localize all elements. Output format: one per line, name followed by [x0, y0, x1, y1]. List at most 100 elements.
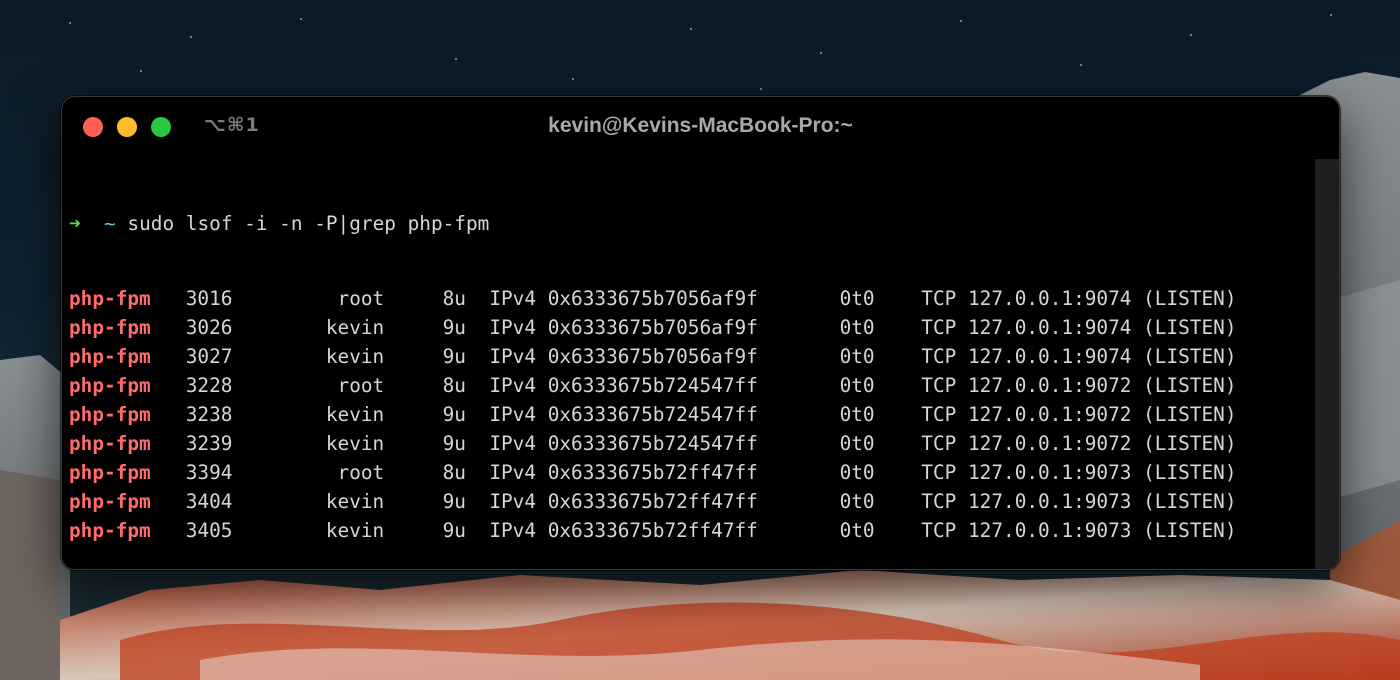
result-row: php-fpm 3394 root 8u IPv4 0x6333675b72ff…	[69, 458, 1299, 487]
fd-cell: 9u	[384, 316, 466, 339]
user-cell: root	[279, 461, 385, 484]
pid-cell: 3404	[185, 490, 280, 513]
node-cell: TCP	[921, 432, 968, 455]
node-cell: TCP	[921, 403, 968, 426]
type-cell: IPv4	[465, 403, 548, 426]
device-cell: 0x6333675b724547ff	[547, 403, 840, 426]
node-cell: TCP	[921, 374, 968, 397]
fd-cell: 8u	[384, 461, 466, 484]
user-cell: kevin	[279, 345, 385, 368]
process-name: php-fpm	[69, 316, 186, 339]
result-row: php-fpm 3238 kevin 9u IPv4 0x6333675b724…	[69, 400, 1299, 429]
pid-cell: 3016	[185, 287, 280, 310]
result-row: php-fpm 3027 kevin 9u IPv4 0x6333675b705…	[69, 342, 1299, 371]
device-cell: 0x6333675b72ff47ff	[547, 490, 840, 513]
size-cell: 0t0	[839, 461, 922, 484]
name-cell: 127.0.0.1:9074 (LISTEN)	[968, 287, 1237, 310]
pid-cell: 3027	[185, 345, 280, 368]
user-cell: kevin	[279, 432, 385, 455]
name-cell: 127.0.0.1:9074 (LISTEN)	[968, 316, 1237, 339]
pid-cell: 3239	[185, 432, 280, 455]
process-name: php-fpm	[69, 287, 186, 310]
result-row: php-fpm 3026 kevin 9u IPv4 0x6333675b705…	[69, 313, 1299, 342]
fd-cell: 8u	[384, 374, 466, 397]
size-cell: 0t0	[839, 316, 922, 339]
device-cell: 0x6333675b724547ff	[547, 432, 840, 455]
size-cell: 0t0	[839, 345, 922, 368]
terminal-window[interactable]: ⌥⌘1 kevin@Kevins-MacBook-Pro:~ ➜ ~ sudo …	[61, 96, 1340, 570]
terminal-output[interactable]: ➜ ~ sudo lsof -i -n -P|grep php-fpm php-…	[69, 163, 1299, 569]
scrollbar-track[interactable]	[1315, 159, 1339, 569]
type-cell: IPv4	[465, 345, 548, 368]
fd-cell: 9u	[384, 345, 466, 368]
type-cell: IPv4	[465, 316, 548, 339]
result-row: php-fpm 3228 root 8u IPv4 0x6333675b7245…	[69, 371, 1299, 400]
device-cell: 0x6333675b724547ff	[547, 374, 840, 397]
result-row: php-fpm 3016 root 8u IPv4 0x6333675b7056…	[69, 284, 1299, 313]
name-cell: 127.0.0.1:9074 (LISTEN)	[968, 345, 1237, 368]
size-cell: 0t0	[839, 432, 922, 455]
process-name: php-fpm	[69, 345, 186, 368]
name-cell: 127.0.0.1:9073 (LISTEN)	[968, 461, 1237, 484]
result-row: php-fpm 3405 kevin 9u IPv4 0x6333675b72f…	[69, 516, 1299, 545]
device-cell: 0x6333675b7056af9f	[547, 316, 840, 339]
size-cell: 0t0	[839, 490, 922, 513]
name-cell: 127.0.0.1:9073 (LISTEN)	[968, 490, 1237, 513]
pid-cell: 3405	[185, 519, 280, 542]
user-cell: root	[279, 287, 385, 310]
node-cell: TCP	[921, 287, 968, 310]
result-row: php-fpm 3404 kevin 9u IPv4 0x6333675b72f…	[69, 487, 1299, 516]
size-cell: 0t0	[839, 519, 922, 542]
pid-cell: 3394	[185, 461, 280, 484]
type-cell: IPv4	[465, 490, 548, 513]
node-cell: TCP	[921, 519, 968, 542]
fd-cell: 9u	[384, 519, 466, 542]
node-cell: TCP	[921, 345, 968, 368]
type-cell: IPv4	[465, 461, 548, 484]
node-cell: TCP	[921, 316, 968, 339]
process-name: php-fpm	[69, 519, 186, 542]
process-name: php-fpm	[69, 432, 186, 455]
process-name: php-fpm	[69, 374, 186, 397]
size-cell: 0t0	[839, 287, 922, 310]
process-name: php-fpm	[69, 490, 186, 513]
prompt-arrow-icon: ➜	[69, 212, 81, 235]
command-text: sudo lsof -i -n -P|grep php-fpm	[127, 212, 490, 235]
prompt-directory: ~	[104, 212, 116, 235]
size-cell: 0t0	[839, 403, 922, 426]
node-cell: TCP	[921, 490, 968, 513]
pid-cell: 3238	[185, 403, 280, 426]
fd-cell: 9u	[384, 432, 466, 455]
device-cell: 0x6333675b7056af9f	[547, 287, 840, 310]
pid-cell: 3228	[185, 374, 280, 397]
device-cell: 0x6333675b7056af9f	[547, 345, 840, 368]
type-cell: IPv4	[465, 519, 548, 542]
pid-cell: 3026	[185, 316, 280, 339]
process-name: php-fpm	[69, 403, 186, 426]
device-cell: 0x6333675b72ff47ff	[547, 461, 840, 484]
name-cell: 127.0.0.1:9072 (LISTEN)	[968, 403, 1237, 426]
command-line: ➜ ~ sudo lsof -i -n -P|grep php-fpm	[69, 209, 1299, 238]
user-cell: kevin	[279, 490, 385, 513]
process-name: php-fpm	[69, 461, 186, 484]
user-cell: kevin	[279, 519, 385, 542]
type-cell: IPv4	[465, 432, 548, 455]
window-title: kevin@Kevins-MacBook-Pro:~	[548, 114, 853, 137]
device-cell: 0x6333675b72ff47ff	[547, 519, 840, 542]
lsof-results: php-fpm 3016 root 8u IPv4 0x6333675b7056…	[69, 284, 1299, 545]
result-row: php-fpm 3239 kevin 9u IPv4 0x6333675b724…	[69, 429, 1299, 458]
fd-cell: 9u	[384, 490, 466, 513]
name-cell: 127.0.0.1:9072 (LISTEN)	[968, 432, 1237, 455]
window-titlebar[interactable]: ⌥⌘1 kevin@Kevins-MacBook-Pro:~	[62, 97, 1339, 155]
fd-cell: 8u	[384, 287, 466, 310]
user-cell: kevin	[279, 403, 385, 426]
name-cell: 127.0.0.1:9072 (LISTEN)	[968, 374, 1237, 397]
user-cell: kevin	[279, 316, 385, 339]
user-cell: root	[279, 374, 385, 397]
node-cell: TCP	[921, 461, 968, 484]
type-cell: IPv4	[465, 374, 548, 397]
fd-cell: 9u	[384, 403, 466, 426]
name-cell: 127.0.0.1:9073 (LISTEN)	[968, 519, 1237, 542]
size-cell: 0t0	[839, 374, 922, 397]
type-cell: IPv4	[465, 287, 548, 310]
